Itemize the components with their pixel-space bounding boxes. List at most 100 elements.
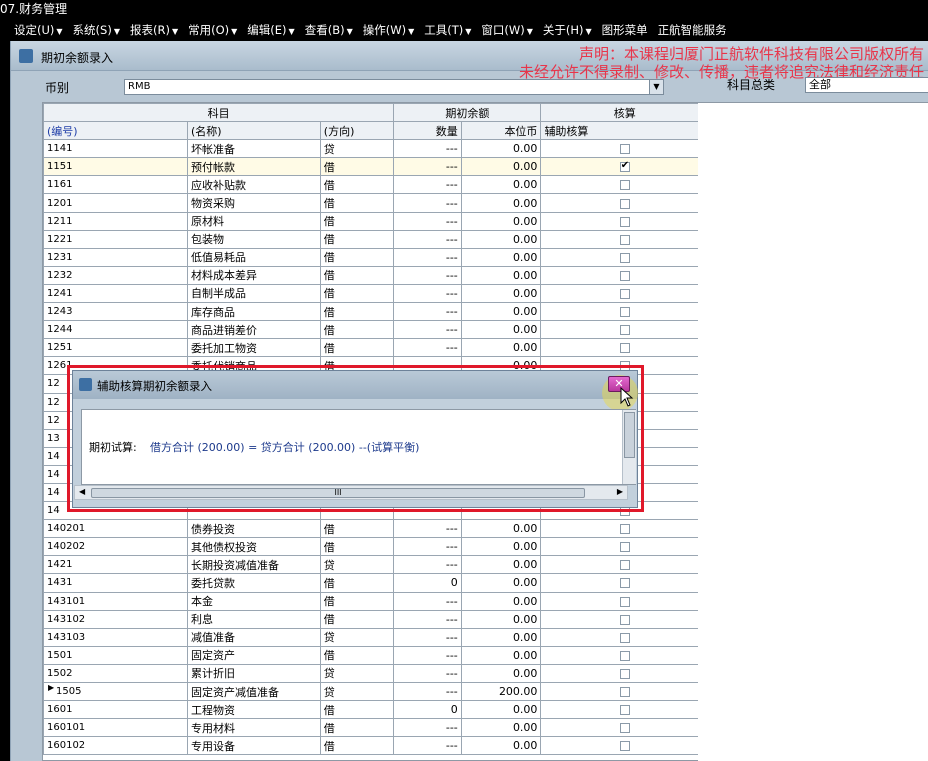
cell-amount[interactable]: 0.00 xyxy=(460,555,542,575)
cell-code[interactable]: 1241 xyxy=(43,283,189,304)
col-aux-header[interactable]: 辅助核算 xyxy=(540,121,707,141)
cell-code[interactable]: ▶ 1505 xyxy=(43,681,189,702)
cell-qty[interactable]: --- xyxy=(393,537,462,557)
menu-item[interactable]: 设定(U) ▼ xyxy=(14,22,63,38)
cell-code[interactable]: 143103 xyxy=(43,627,189,647)
currency-select[interactable]: RMB ▼ xyxy=(124,79,664,95)
cell-amount[interactable]: 0.00 xyxy=(460,338,542,358)
cell-qty[interactable]: --- xyxy=(393,555,462,575)
table-row[interactable]: 1211 原材料借 --- 0.00 xyxy=(43,211,707,231)
cell-name[interactable]: 减值准备 xyxy=(187,627,321,647)
cell-amount[interactable]: 0.00 xyxy=(460,193,542,213)
cell-amount[interactable]: 0.00 xyxy=(460,627,542,647)
cell-direction[interactable]: 借 xyxy=(319,519,395,539)
cell-aux-check[interactable] xyxy=(540,211,707,231)
table-row[interactable]: 1243 库存商品借 --- 0.00 xyxy=(43,302,707,322)
cell-code[interactable]: 1502 xyxy=(43,663,189,684)
cell-code[interactable]: 1211 xyxy=(43,211,189,231)
cell-aux-check[interactable] xyxy=(540,283,707,304)
cell-direction[interactable]: 贷 xyxy=(319,555,395,575)
cell-qty[interactable]: --- xyxy=(393,157,462,177)
cell-aux-check[interactable] xyxy=(540,555,707,575)
cell-qty[interactable]: --- xyxy=(393,229,462,249)
cell-direction[interactable]: 借 xyxy=(319,645,395,665)
cell-amount[interactable]: 0.00 xyxy=(460,573,542,593)
table-row[interactable]: 1431 委托贷款借 0 0.00 xyxy=(43,573,707,593)
cell-name[interactable]: 债券投资 xyxy=(187,519,321,539)
cell-name[interactable]: 包装物 xyxy=(187,229,321,249)
cell-aux-check[interactable] xyxy=(540,338,707,358)
col-direction-header[interactable]: (方向) xyxy=(319,121,395,141)
cell-code[interactable]: 1421 xyxy=(43,555,189,575)
cell-qty[interactable]: --- xyxy=(393,519,462,539)
cell-aux-check[interactable] xyxy=(540,591,707,611)
cell-direction[interactable]: 借 xyxy=(319,283,395,304)
cell-amount[interactable]: 0.00 xyxy=(460,320,542,340)
table-row[interactable]: 1251 委托加工物资借 --- 0.00 xyxy=(43,338,707,358)
aux-checkbox[interactable] xyxy=(619,216,630,227)
cell-aux-check[interactable] xyxy=(540,247,707,267)
aux-checkbox[interactable] xyxy=(619,343,630,354)
aux-checkbox[interactable] xyxy=(619,198,630,209)
cell-name[interactable]: 委托贷款 xyxy=(187,573,321,593)
cell-amount[interactable]: 0.00 xyxy=(460,609,542,629)
cell-name[interactable]: 固定资产减值准备 xyxy=(187,681,321,702)
cell-direction[interactable]: 借 xyxy=(319,193,395,213)
cell-aux-check[interactable] xyxy=(540,157,707,177)
table-row[interactable]: 1241 自制半成品借 --- 0.00 xyxy=(43,283,707,304)
cell-qty[interactable]: --- xyxy=(393,283,462,304)
cell-direction[interactable]: 贷 xyxy=(319,663,395,684)
aux-checkbox[interactable] xyxy=(619,650,630,661)
cell-code[interactable]: 1151 xyxy=(43,157,189,177)
aux-checkbox[interactable] xyxy=(619,252,630,263)
cell-qty[interactable]: --- xyxy=(393,627,462,647)
cell-name[interactable]: 累计折旧 xyxy=(187,663,321,684)
cell-direction[interactable]: 借 xyxy=(319,157,395,177)
cell-name[interactable]: 固定资产 xyxy=(187,645,321,665)
cell-aux-check[interactable] xyxy=(540,302,707,322)
cell-amount[interactable]: 0.00 xyxy=(460,265,542,285)
cell-direction[interactable]: 借 xyxy=(319,718,395,738)
table-row[interactable]: 1501 固定资产借 --- 0.00 xyxy=(43,645,707,665)
cell-code[interactable]: 1601 xyxy=(43,700,189,720)
cell-name[interactable]: 工程物资 xyxy=(187,700,321,720)
table-row[interactable]: ▶ 1505 固定资产减值准备贷 --- 200.00 xyxy=(43,681,707,702)
cell-code[interactable]: 1251 xyxy=(43,338,189,358)
horizontal-scrollbar[interactable]: ◀ III ▶ xyxy=(74,485,628,500)
cell-qty[interactable]: --- xyxy=(393,591,462,611)
cell-name[interactable]: 低值易耗品 xyxy=(187,247,321,267)
cell-direction[interactable]: 借 xyxy=(319,265,395,285)
scroll-thumb[interactable] xyxy=(624,412,635,458)
cell-amount[interactable]: 0.00 xyxy=(460,537,542,557)
scroll-thumb[interactable]: III xyxy=(91,488,585,498)
aux-checkbox[interactable] xyxy=(619,542,630,553)
menu-item[interactable]: 正航智能服务 xyxy=(658,22,727,38)
cell-name[interactable]: 委托加工物资 xyxy=(187,338,321,358)
cell-aux-check[interactable] xyxy=(540,193,707,213)
cell-direction[interactable]: 借 xyxy=(319,591,395,611)
cell-direction[interactable]: 借 xyxy=(319,320,395,340)
vertical-scrollbar[interactable] xyxy=(622,410,636,484)
table-row[interactable]: 1201 物资采购借 --- 0.00 xyxy=(43,193,707,213)
aux-checkbox[interactable] xyxy=(619,741,630,752)
cell-qty[interactable]: --- xyxy=(393,718,462,738)
cell-code[interactable]: 1161 xyxy=(43,175,189,195)
aux-checkbox[interactable] xyxy=(619,234,630,245)
cell-code[interactable]: 140201 xyxy=(43,519,189,539)
cell-name[interactable]: 预付帐款 xyxy=(187,157,321,177)
menu-item[interactable]: 系统(S) ▼ xyxy=(73,22,120,38)
cell-amount[interactable]: 0.00 xyxy=(460,519,542,539)
aux-checkbox[interactable] xyxy=(619,705,630,716)
cell-qty[interactable]: --- xyxy=(393,247,462,267)
cell-amount[interactable]: 0.00 xyxy=(460,157,542,177)
cell-amount[interactable]: 0.00 xyxy=(460,283,542,304)
cell-amount[interactable]: 0.00 xyxy=(460,663,542,684)
menu-item[interactable]: 报表(R) ▼ xyxy=(130,22,178,38)
aux-checkbox[interactable] xyxy=(619,596,630,607)
cell-code[interactable]: 1231 xyxy=(43,247,189,267)
aux-checkbox[interactable] xyxy=(619,307,630,318)
table-row[interactable]: 1141 坏帐准备贷 --- 0.00 xyxy=(43,139,707,159)
cell-aux-check[interactable] xyxy=(540,537,707,557)
aux-checkbox[interactable] xyxy=(619,288,630,299)
cell-aux-check[interactable] xyxy=(540,139,707,159)
